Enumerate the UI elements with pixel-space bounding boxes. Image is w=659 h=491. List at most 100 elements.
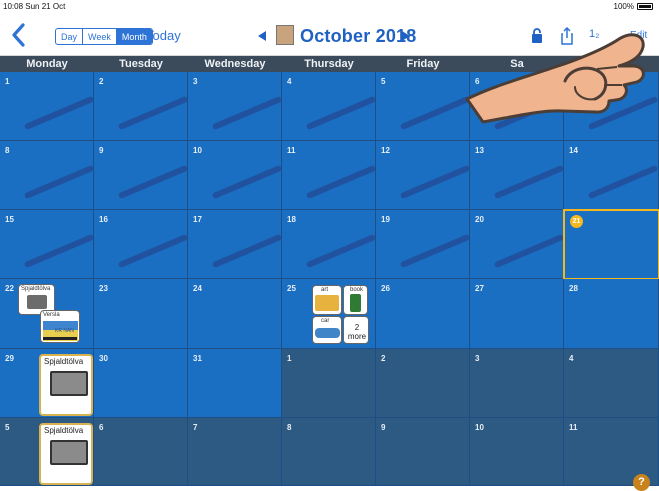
today-button[interactable]: Today bbox=[146, 28, 181, 43]
past-day-slash bbox=[23, 233, 93, 269]
day-cell-other-month[interactable]: 7 bbox=[188, 418, 282, 486]
event-label: Spjaldtölva bbox=[44, 357, 84, 366]
day-number: 8 bbox=[287, 423, 292, 432]
shopping-event-card[interactable]: Versla KR NAN bbox=[40, 310, 80, 343]
book-thumb bbox=[350, 294, 361, 312]
event-label: art bbox=[321, 287, 329, 293]
day-number: 3 bbox=[193, 77, 198, 86]
weekday-tuesday: Tuesday bbox=[119, 58, 163, 70]
day-number: 2 bbox=[99, 77, 104, 86]
day-cell[interactable]: 16 bbox=[94, 210, 188, 279]
day-cell[interactable]: 18 bbox=[282, 210, 376, 279]
day-cell-other-month[interactable]: 2 bbox=[376, 349, 470, 418]
view-day-button[interactable]: Day bbox=[56, 29, 84, 44]
day-number: 20 bbox=[475, 215, 484, 224]
art-thumb bbox=[315, 295, 339, 311]
status-bar: 10:08 Sun 21 Oct 100% bbox=[0, 0, 659, 14]
day-number: 24 bbox=[193, 284, 202, 293]
day-cell-other-month[interactable]: 9 bbox=[376, 418, 470, 486]
day-cell[interactable]: 20 bbox=[470, 210, 564, 279]
car-thumb bbox=[315, 328, 340, 338]
day-number: 23 bbox=[99, 284, 108, 293]
day-cell-other-month[interactable]: 10 bbox=[470, 418, 564, 486]
day-number: 8 bbox=[5, 146, 10, 155]
past-day-slash bbox=[399, 233, 469, 269]
day-cell[interactable]: 31 bbox=[188, 349, 282, 418]
day-cell[interactable]: 4 bbox=[282, 72, 376, 141]
day-number: 12 bbox=[381, 146, 390, 155]
day-cell[interactable]: 29 Spjaldtölva bbox=[0, 349, 94, 418]
day-cell-other-month[interactable]: 5 Spjaldtölva bbox=[0, 418, 94, 486]
past-day-slash bbox=[305, 164, 375, 200]
chevron-left-icon[interactable] bbox=[8, 22, 30, 48]
car-event-card[interactable]: car bbox=[312, 316, 342, 344]
event-label: car bbox=[321, 318, 330, 324]
month-grid: 1 2 3 4 5 6 7 8 9 10 11 12 13 14 15 16 1… bbox=[0, 72, 659, 486]
day-cell[interactable]: 9 bbox=[94, 141, 188, 210]
battery-percent: 100% bbox=[613, 2, 634, 11]
day-number: 18 bbox=[287, 215, 296, 224]
book-event-card[interactable]: book bbox=[343, 285, 368, 315]
day-cell[interactable]: 26 bbox=[376, 279, 470, 349]
day-number: 5 bbox=[381, 77, 386, 86]
day-number: 10 bbox=[193, 146, 202, 155]
tablet-thumb bbox=[27, 295, 47, 309]
day-number: 29 bbox=[5, 354, 14, 363]
day-number: 11 bbox=[569, 423, 578, 432]
triangle-right-icon[interactable] bbox=[400, 30, 412, 42]
tablet-event-card[interactable]: Spjaldtölva bbox=[39, 423, 93, 485]
art-event-card[interactable]: art bbox=[312, 285, 342, 315]
day-cell[interactable]: 11 bbox=[282, 141, 376, 210]
help-icon[interactable]: ? bbox=[633, 474, 650, 491]
day-cell-other-month[interactable]: 3 bbox=[470, 349, 564, 418]
past-day-slash bbox=[211, 95, 281, 131]
day-cell[interactable]: 2 bbox=[94, 72, 188, 141]
pointing-hand-icon bbox=[465, 33, 645, 124]
day-cell[interactable]: 8 bbox=[0, 141, 94, 210]
day-number: 9 bbox=[381, 423, 386, 432]
day-cell[interactable]: 13 bbox=[470, 141, 564, 210]
day-cell[interactable]: 3 bbox=[188, 72, 282, 141]
day-cell[interactable]: 12 bbox=[376, 141, 470, 210]
day-number: 15 bbox=[5, 215, 14, 224]
tablet-event-card[interactable]: Spjaldtölva bbox=[39, 354, 93, 416]
past-day-slash bbox=[23, 95, 93, 131]
day-cell[interactable]: 19 bbox=[376, 210, 470, 279]
day-number: 13 bbox=[475, 146, 484, 155]
weekday-thursday: Thursday bbox=[304, 58, 354, 70]
day-number: 7 bbox=[193, 423, 198, 432]
day-cell[interactable]: 28 bbox=[564, 279, 659, 349]
day-cell[interactable]: 5 bbox=[376, 72, 470, 141]
day-number: 14 bbox=[569, 146, 578, 155]
past-day-slash bbox=[399, 164, 469, 200]
day-cell-other-month[interactable]: 8 bbox=[282, 418, 376, 486]
past-day-slash bbox=[493, 233, 563, 269]
view-week-button[interactable]: Week bbox=[83, 29, 117, 44]
day-cell[interactable]: 23 bbox=[94, 279, 188, 349]
past-day-slash bbox=[23, 164, 93, 200]
day-cell-other-month[interactable]: 4 bbox=[564, 349, 659, 418]
tablet-thumb bbox=[50, 440, 88, 465]
day-cell-other-month[interactable]: 6 bbox=[94, 418, 188, 486]
day-cell[interactable]: 25 art book car 2 more bbox=[282, 279, 376, 349]
day-cell[interactable]: 10 bbox=[188, 141, 282, 210]
day-number: 30 bbox=[99, 354, 108, 363]
day-cell[interactable]: 22 Spjaldtölva Versla KR NAN bbox=[0, 279, 94, 349]
more-events-button[interactable]: 2 more bbox=[343, 316, 369, 344]
past-day-slash bbox=[211, 233, 281, 269]
day-cell[interactable]: 17 bbox=[188, 210, 282, 279]
day-cell-other-month[interactable]: 1 bbox=[282, 349, 376, 418]
day-cell[interactable]: 24 bbox=[188, 279, 282, 349]
day-cell[interactable]: 14 bbox=[564, 141, 659, 210]
day-cell[interactable]: 15 bbox=[0, 210, 94, 279]
day-cell[interactable]: 27 bbox=[470, 279, 564, 349]
today-cell[interactable]: 21 bbox=[563, 209, 659, 280]
day-number: 1 bbox=[5, 77, 10, 86]
event-label: Versla bbox=[43, 312, 60, 318]
past-day-slash bbox=[211, 164, 281, 200]
day-number: 5 bbox=[5, 423, 10, 432]
day-cell[interactable]: 30 bbox=[94, 349, 188, 418]
triangle-left-icon[interactable] bbox=[256, 30, 268, 42]
weekday-friday: Friday bbox=[406, 58, 440, 70]
day-cell[interactable]: 1 bbox=[0, 72, 94, 141]
